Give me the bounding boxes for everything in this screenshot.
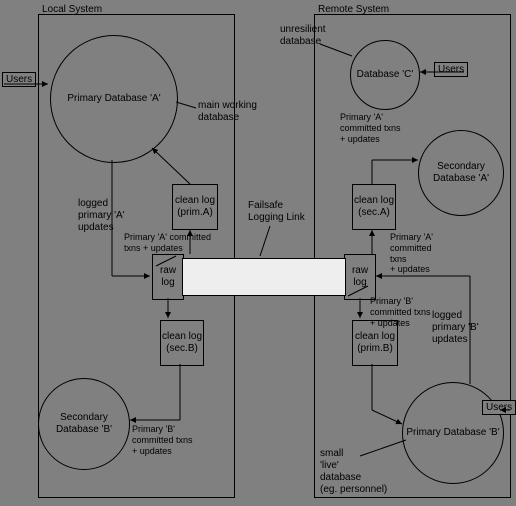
- arrows-layer: [0, 0, 516, 506]
- diagram-canvas: Local System Remote System Primary Datab…: [0, 0, 516, 506]
